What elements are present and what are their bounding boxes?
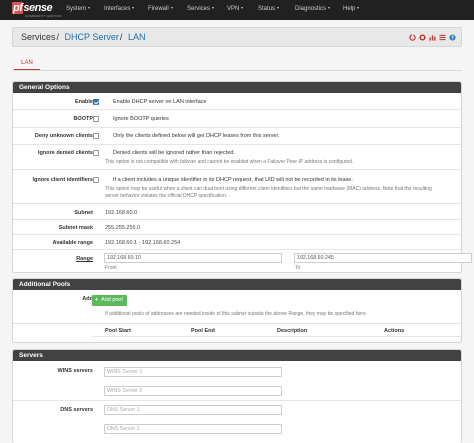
ignore-denied-label: Ignore denied clients	[37, 150, 93, 156]
range-from-input[interactable]	[104, 253, 282, 263]
deny-unknown-checkbox[interactable]	[93, 133, 99, 139]
wins-server-2-input[interactable]	[104, 386, 282, 396]
stop-icon[interactable]	[419, 34, 426, 41]
enable-checkbox[interactable]	[93, 99, 99, 105]
bootp-label: BOOTP	[73, 116, 93, 122]
nav-firewall[interactable]: Firewall	[148, 6, 173, 12]
general-options-title: General Options	[13, 82, 461, 93]
tab-lan[interactable]: LAN	[14, 57, 40, 71]
add-pool-button[interactable]: + Add pool	[92, 295, 127, 306]
deny-unknown-text: Only the clients defined below will get …	[113, 133, 280, 139]
list-icon[interactable]	[439, 34, 446, 41]
ignore-client-id-checkbox[interactable]	[93, 177, 99, 183]
range-from-label: From	[105, 265, 117, 271]
wins-server-1-input[interactable]	[104, 367, 282, 377]
caret-down-icon	[212, 7, 215, 10]
additional-pools-title: Additional Pools	[13, 279, 461, 290]
bootp-text: Ignore BOOTP queries	[113, 116, 169, 122]
col-pool-start: Pool Start	[105, 328, 131, 334]
nav-services[interactable]: Services	[187, 6, 215, 12]
available-range-value: 192.168.60.1 - 192.168.60.254	[105, 240, 181, 246]
subnet-mask-value: 255.255.255.0	[105, 225, 141, 231]
ignore-denied-checkbox[interactable]	[93, 150, 99, 156]
wins-servers-label: WINS servers	[57, 368, 93, 374]
logo-pf-text: pf	[12, 2, 24, 14]
caret-down-icon	[132, 7, 135, 10]
logo-subtitle: COMMUNITY EDITION	[25, 14, 62, 18]
nav-help[interactable]: Help	[343, 6, 360, 12]
nav-vpn[interactable]: VPN	[227, 6, 244, 12]
caret-down-icon	[170, 7, 173, 10]
dns-servers-label: DNS servers	[60, 407, 93, 413]
logo-main-text: sense	[23, 2, 53, 14]
ignore-denied-text: Denied clients will be ignored rather th…	[113, 150, 235, 156]
breadcrumb-bar: Services/ DHCP Server/ LAN ?	[12, 27, 462, 47]
ignore-client-id-label: Ignore client identifiers	[32, 177, 93, 183]
ignore-client-id-help-1: This option may be useful when a client …	[105, 186, 432, 192]
breadcrumb: Services/ DHCP Server/ LAN	[21, 32, 146, 42]
breadcrumb-dhcp-server[interactable]: DHCP Server	[65, 32, 119, 42]
breadcrumb-services: Services	[21, 32, 56, 42]
ignore-denied-help: This option is not compatible with failo…	[105, 159, 354, 165]
plus-icon: +	[95, 297, 99, 303]
nav-system[interactable]: System	[66, 6, 91, 12]
bootp-checkbox[interactable]	[93, 116, 99, 122]
range-to-input[interactable]	[294, 253, 472, 263]
caret-down-icon	[241, 7, 244, 10]
caret-down-icon	[88, 7, 91, 10]
servers-panel: Servers WINS servers DNS servers	[12, 349, 462, 443]
caret-down-icon	[277, 7, 280, 10]
pools-help: If additional pools of addresses are nee…	[105, 311, 368, 317]
caret-down-icon	[328, 7, 331, 10]
nav-status[interactable]: Status	[258, 6, 280, 12]
top-navbar: pfsense COMMUNITY EDITION System Interfa…	[0, 0, 474, 20]
enable-text: Enable DHCP server on LAN interface	[113, 99, 207, 105]
caret-down-icon	[357, 7, 360, 10]
col-pool-end: Pool End	[191, 328, 215, 334]
header-actions: ?	[409, 34, 456, 42]
nav-diagnostics[interactable]: Diagnostics	[295, 6, 331, 12]
enable-label: Enable	[74, 99, 93, 105]
subnet-label: Subnet	[74, 210, 93, 216]
range-label[interactable]: Range	[76, 256, 93, 262]
breadcrumb-lan[interactable]: LAN	[128, 32, 146, 42]
dns-server-1-input[interactable]	[104, 405, 282, 415]
general-options-panel: General Options Enable Enable DHCP serve…	[12, 81, 472, 273]
dns-server-2-input[interactable]	[104, 424, 282, 434]
pfsense-logo[interactable]: pfsense COMMUNITY EDITION	[12, 2, 61, 18]
help-icon[interactable]: ?	[449, 34, 456, 41]
chart-icon[interactable]	[429, 34, 436, 41]
col-actions: Actions	[384, 328, 405, 334]
ignore-client-id-text: If a client includes a unique identifier…	[113, 177, 353, 183]
subnet-value: 192.168.60.0	[105, 210, 138, 216]
available-range-label: Available range	[52, 240, 93, 246]
deny-unknown-label: Deny unknown clients	[34, 133, 93, 139]
ignore-client-id-help-2: server behavior violates the official DH…	[105, 193, 228, 199]
subnet-mask-label: Subnet mask	[58, 225, 93, 231]
col-description: Description	[277, 328, 308, 334]
servers-title: Servers	[13, 350, 461, 361]
nav-interfaces[interactable]: Interfaces	[104, 6, 135, 12]
tab-divider	[12, 70, 462, 71]
additional-pools-panel: Additional Pools Add If additional pools…	[12, 278, 462, 343]
svg-text:?: ?	[451, 35, 454, 41]
restart-icon[interactable]	[409, 34, 416, 41]
range-to-label: To	[295, 265, 301, 271]
